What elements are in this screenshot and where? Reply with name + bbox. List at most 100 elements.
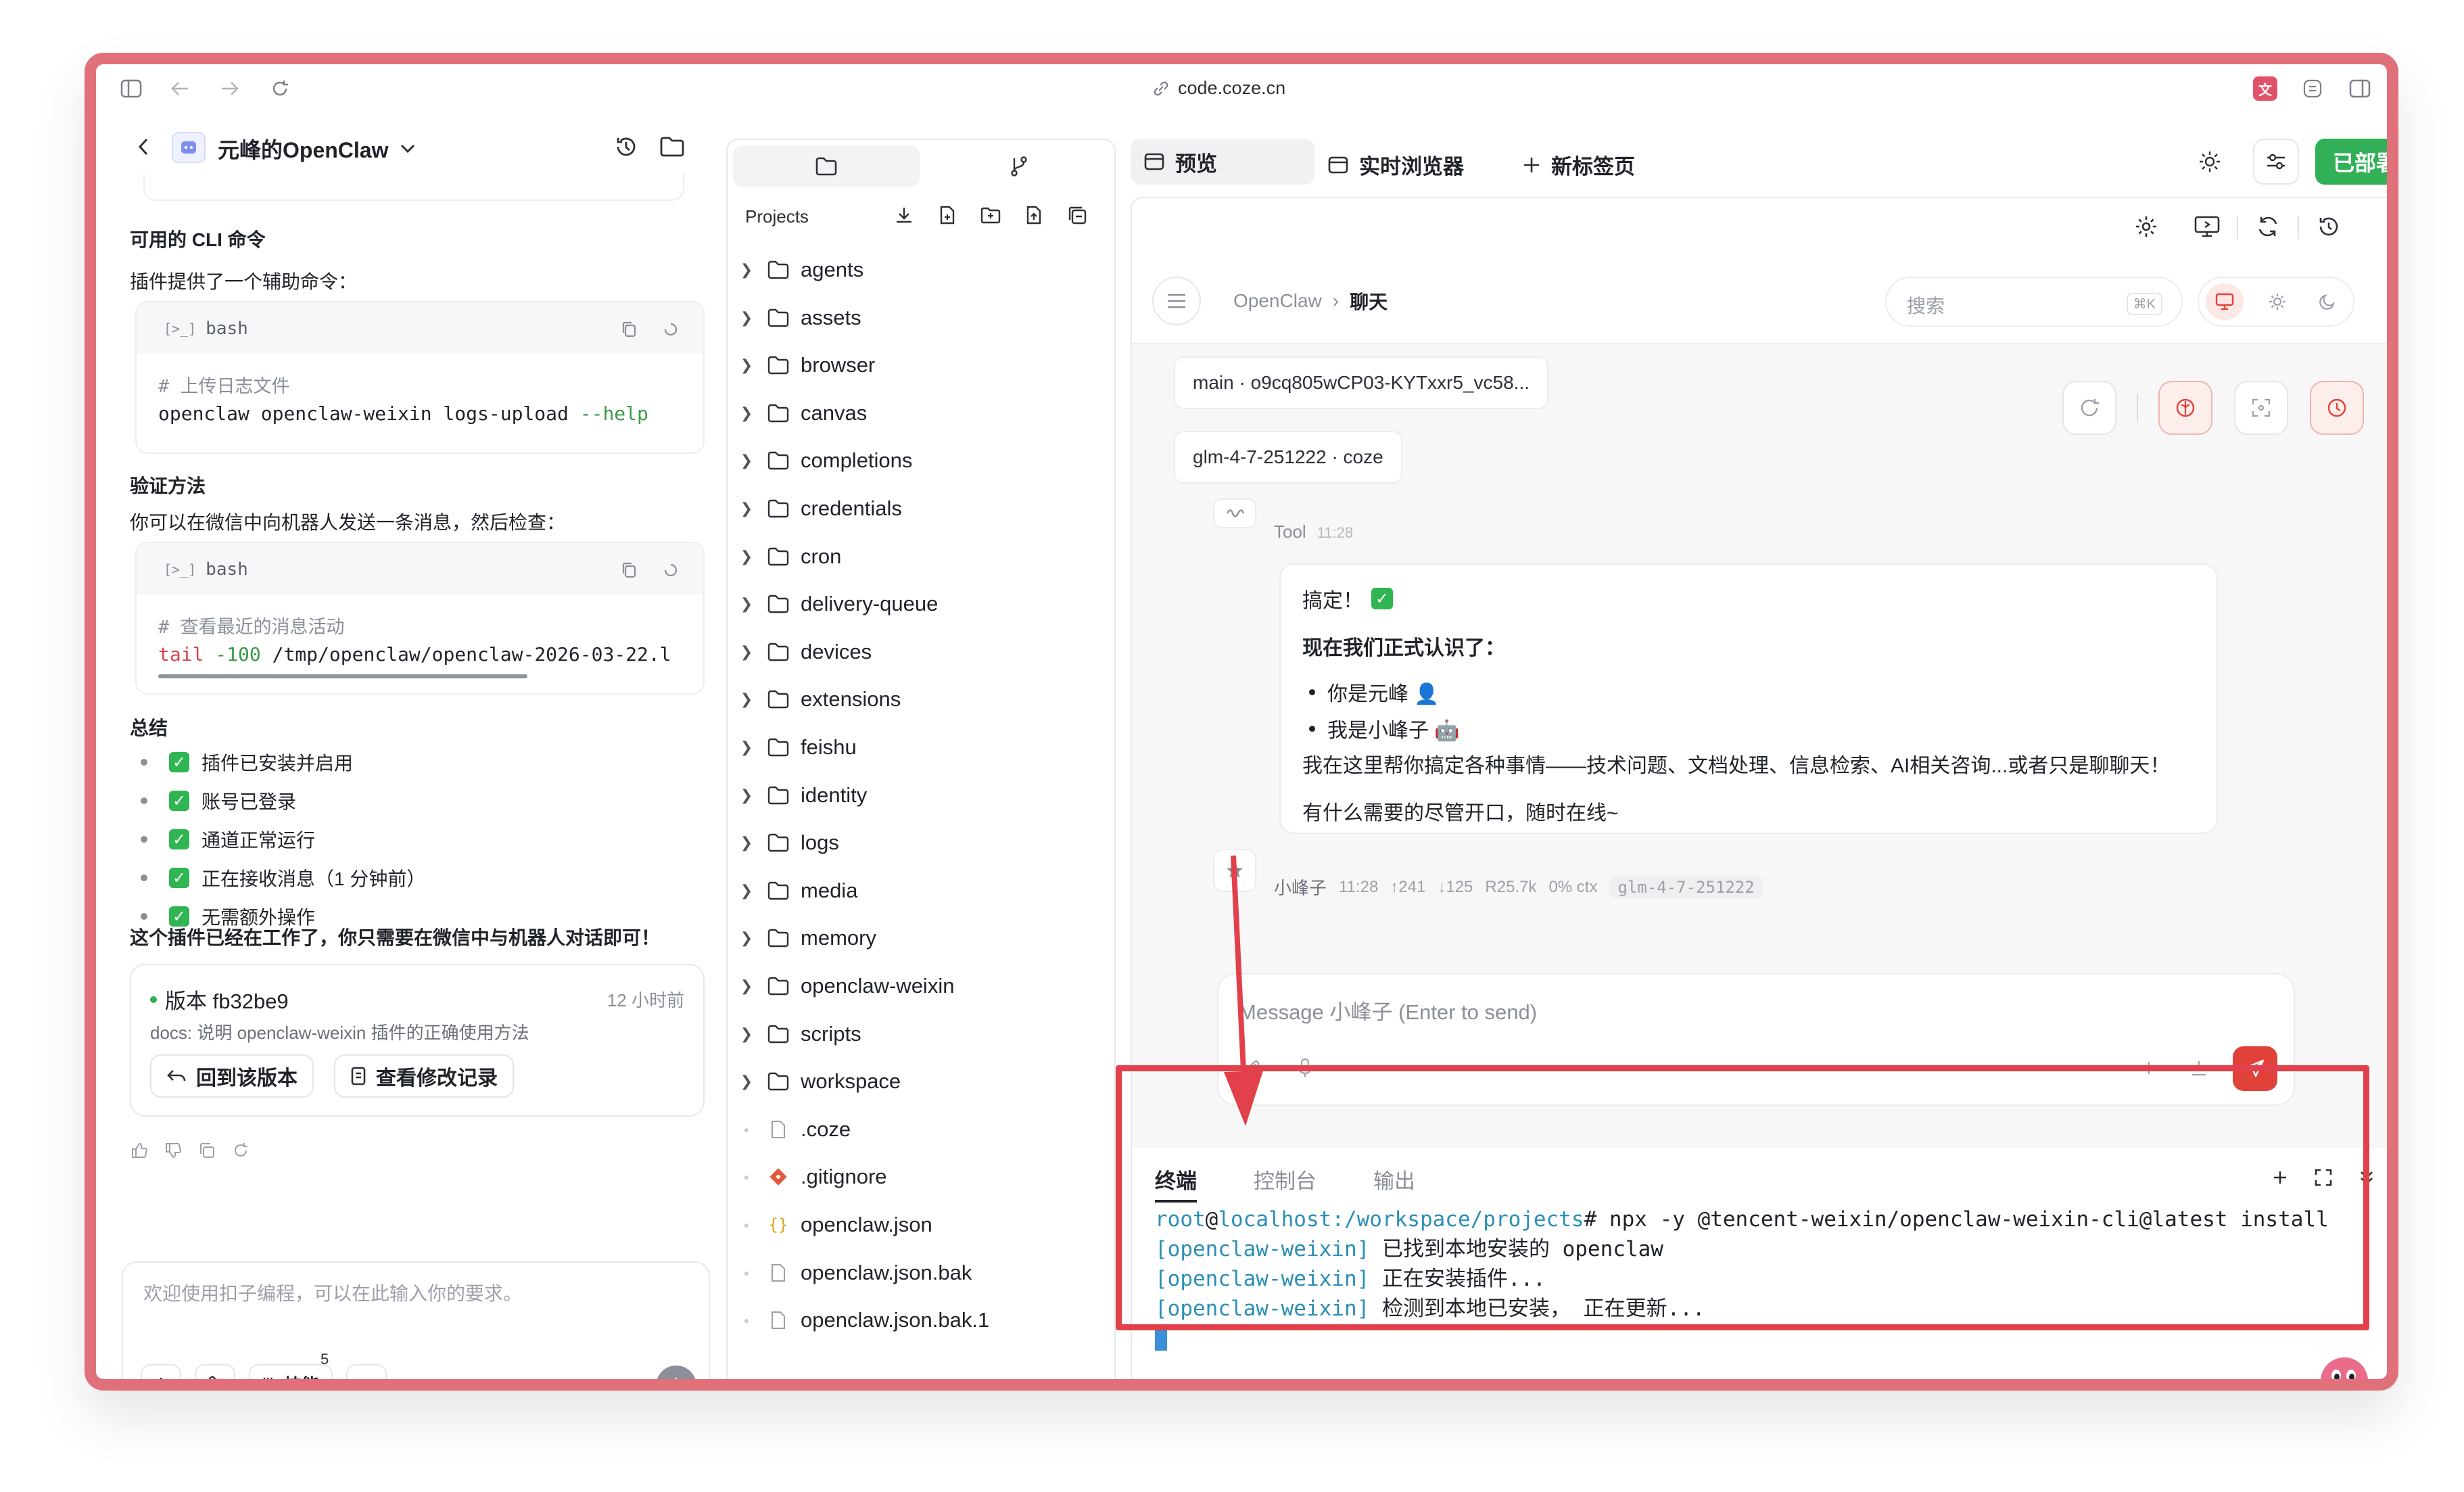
download-icon[interactable] — [2185, 1054, 2212, 1081]
tree-folder-browser[interactable]: ❯ browser — [733, 344, 875, 387]
tab-live-browser[interactable]: 实时浏览器 — [1328, 149, 1464, 180]
sun-icon[interactable] — [2258, 283, 2296, 320]
more-options-button[interactable] — [346, 1364, 387, 1379]
tree-folder-completions[interactable]: ❯ completions — [733, 439, 913, 482]
wrap-icon[interactable] — [660, 559, 682, 581]
prompt-placeholder[interactable]: 欢迎使用扣子编程，可以在此输入你的要求。 — [143, 1279, 522, 1306]
tree-folder-memory[interactable]: ❯ memory — [733, 916, 876, 960]
split-view-icon[interactable] — [2348, 76, 2372, 101]
brain-icon[interactable] — [2158, 381, 2212, 435]
tab-files[interactable] — [733, 145, 920, 187]
refresh-icon[interactable] — [2252, 210, 2284, 243]
copy-icon[interactable] — [618, 559, 640, 581]
tree-folder-assets[interactable]: ❯ assets — [733, 296, 861, 340]
folder-icon[interactable] — [657, 132, 687, 162]
microphone-icon[interactable] — [1292, 1054, 1319, 1081]
focus-icon[interactable] — [2234, 381, 2288, 435]
restart-icon[interactable] — [2313, 210, 2345, 243]
tree-folder-logs[interactable]: ❯ logs — [733, 821, 839, 864]
bullet: ● — [743, 1219, 750, 1230]
message-line: 有什么需要的尽管开口，随时在线~ — [1302, 802, 1619, 824]
breadcrumb-root[interactable]: OpenClaw — [1233, 290, 1322, 312]
download-icon[interactable] — [891, 202, 917, 228]
add-button[interactable] — [141, 1364, 181, 1379]
back-arrow-icon[interactable] — [168, 76, 192, 101]
tab-preview[interactable]: 预览 — [1131, 139, 1314, 185]
sidebar-toggle-icon[interactable] — [119, 76, 143, 101]
tab-git-branch[interactable] — [928, 145, 1110, 187]
rollback-button[interactable]: 回到该版本 — [150, 1054, 314, 1098]
tree-folder-credentials[interactable]: ❯ credentials — [733, 487, 902, 530]
terminal-output[interactable]: root@localhost:/workspace/projects# npx … — [1155, 1205, 2329, 1351]
history-icon[interactable] — [611, 132, 641, 162]
copy-icon[interactable] — [618, 319, 640, 340]
message-input[interactable]: Message 小峰子 (Enter to send) — [1239, 995, 1537, 1025]
forward-arrow-icon[interactable] — [218, 76, 242, 101]
clock-icon[interactable] — [2310, 381, 2364, 435]
collapse-down-icon[interactable] — [2354, 1165, 2379, 1190]
monitor-icon[interactable] — [2206, 283, 2244, 320]
tree-file[interactable]: ● {} openclaw.json — [733, 1203, 932, 1246]
document-icon — [350, 1066, 366, 1086]
terminal-line-tag: [openclaw-weixin] — [1155, 1267, 1370, 1291]
menu-icon[interactable] — [1152, 277, 1201, 325]
send-button[interactable] — [2233, 1046, 2277, 1091]
thumbs-up-icon[interactable] — [130, 1141, 149, 1160]
tree-item-label: browser — [801, 353, 876, 377]
thumbs-down-icon[interactable] — [164, 1141, 183, 1160]
add-terminal-icon[interactable] — [2268, 1165, 2292, 1190]
view-changes-button[interactable]: 查看修改记录 — [334, 1054, 514, 1098]
message-meta: 小峰子 11:28 ↑241 ↓125 R25.7k 0% ctx glm-4-… — [1274, 875, 1763, 900]
tree-folder-extensions[interactable]: ❯ extensions — [733, 678, 901, 721]
tab-new-tab[interactable]: 新标签页 — [1523, 149, 1635, 180]
model-selector[interactable]: glm-4-7-251222 · coze — [1174, 431, 1402, 484]
copy-icon[interactable] — [197, 1141, 216, 1160]
search-input[interactable]: 搜索 ⌘K — [1885, 277, 2183, 327]
wrap-icon[interactable] — [660, 319, 682, 340]
refresh-chat-icon[interactable] — [2062, 381, 2116, 435]
tree-folder-delivery-queue[interactable]: ❯ delivery-queue — [733, 582, 939, 626]
tree-folder-openclaw-weixin[interactable]: ❯ openclaw-weixin — [733, 964, 955, 1008]
project-switcher[interactable]: 元峰的OpenClaw — [218, 133, 415, 164]
back-chevron-icon[interactable] — [130, 133, 157, 160]
tree-folder-feishu[interactable]: ❯ feishu — [733, 726, 857, 769]
moon-icon[interactable] — [2308, 283, 2346, 320]
tree-folder-media[interactable]: ❯ media — [733, 869, 858, 912]
tab-terminal[interactable]: 终端 — [1155, 1164, 1197, 1203]
plus-icon[interactable] — [2135, 1054, 2162, 1081]
tree-folder-workspace[interactable]: ❯ workspace — [733, 1060, 901, 1103]
theme-sun-icon[interactable] — [2192, 144, 2227, 179]
tree-file[interactable]: ● .coze — [733, 1108, 851, 1151]
tree-folder-agents[interactable]: ❯ agents — [733, 248, 863, 292]
extension-icon[interactable] — [2300, 76, 2325, 101]
regenerate-icon[interactable] — [231, 1141, 250, 1160]
check-icon: ✓ — [169, 791, 189, 811]
settings-sliders-icon[interactable] — [195, 1364, 235, 1379]
verify-intro-text: 你可以在微信中向机器人发送一条消息，然后检查： — [130, 512, 566, 533]
tree-file[interactable]: ● openclaw.json.bak.1 — [733, 1299, 989, 1342]
maximize-icon[interactable] — [2311, 1165, 2336, 1190]
tree-file[interactable]: ● .gitignore — [733, 1155, 887, 1198]
horizontal-scrollbar[interactable] — [158, 674, 527, 678]
new-folder-icon[interactable] — [978, 202, 1003, 228]
tree-folder-scripts[interactable]: ❯ scripts — [733, 1012, 861, 1056]
tab-output[interactable]: 输出 — [1373, 1164, 1415, 1203]
screen-share-icon[interactable] — [2191, 210, 2223, 243]
address-bar[interactable]: code.coze.cn — [1152, 78, 1285, 99]
send-button[interactable] — [656, 1366, 696, 1379]
collapse-all-icon[interactable] — [1064, 202, 1090, 228]
gear-icon[interactable] — [2130, 210, 2162, 243]
new-file-icon[interactable] — [934, 202, 960, 228]
tree-folder-cron[interactable]: ❯ cron — [733, 535, 842, 578]
tree-file[interactable]: ● openclaw.json.bak — [733, 1251, 972, 1295]
tree-folder-devices[interactable]: ❯ devices — [733, 630, 872, 674]
reload-icon[interactable] — [268, 76, 292, 101]
upload-file-icon[interactable] — [1021, 202, 1047, 228]
tab-console[interactable]: 控制台 — [1254, 1164, 1317, 1203]
settings-sliders-icon[interactable] — [2253, 139, 2299, 185]
translate-extension-icon[interactable]: 文 — [2253, 76, 2277, 101]
session-selector[interactable]: main · o9cq805wCP03-KYTxxr5_vc58... — [1174, 356, 1548, 409]
deployed-button[interactable]: 已部署 — [2315, 139, 2387, 185]
tree-folder-identity[interactable]: ❯ identity — [733, 774, 867, 817]
tree-folder-canvas[interactable]: ❯ canvas — [733, 392, 867, 435]
